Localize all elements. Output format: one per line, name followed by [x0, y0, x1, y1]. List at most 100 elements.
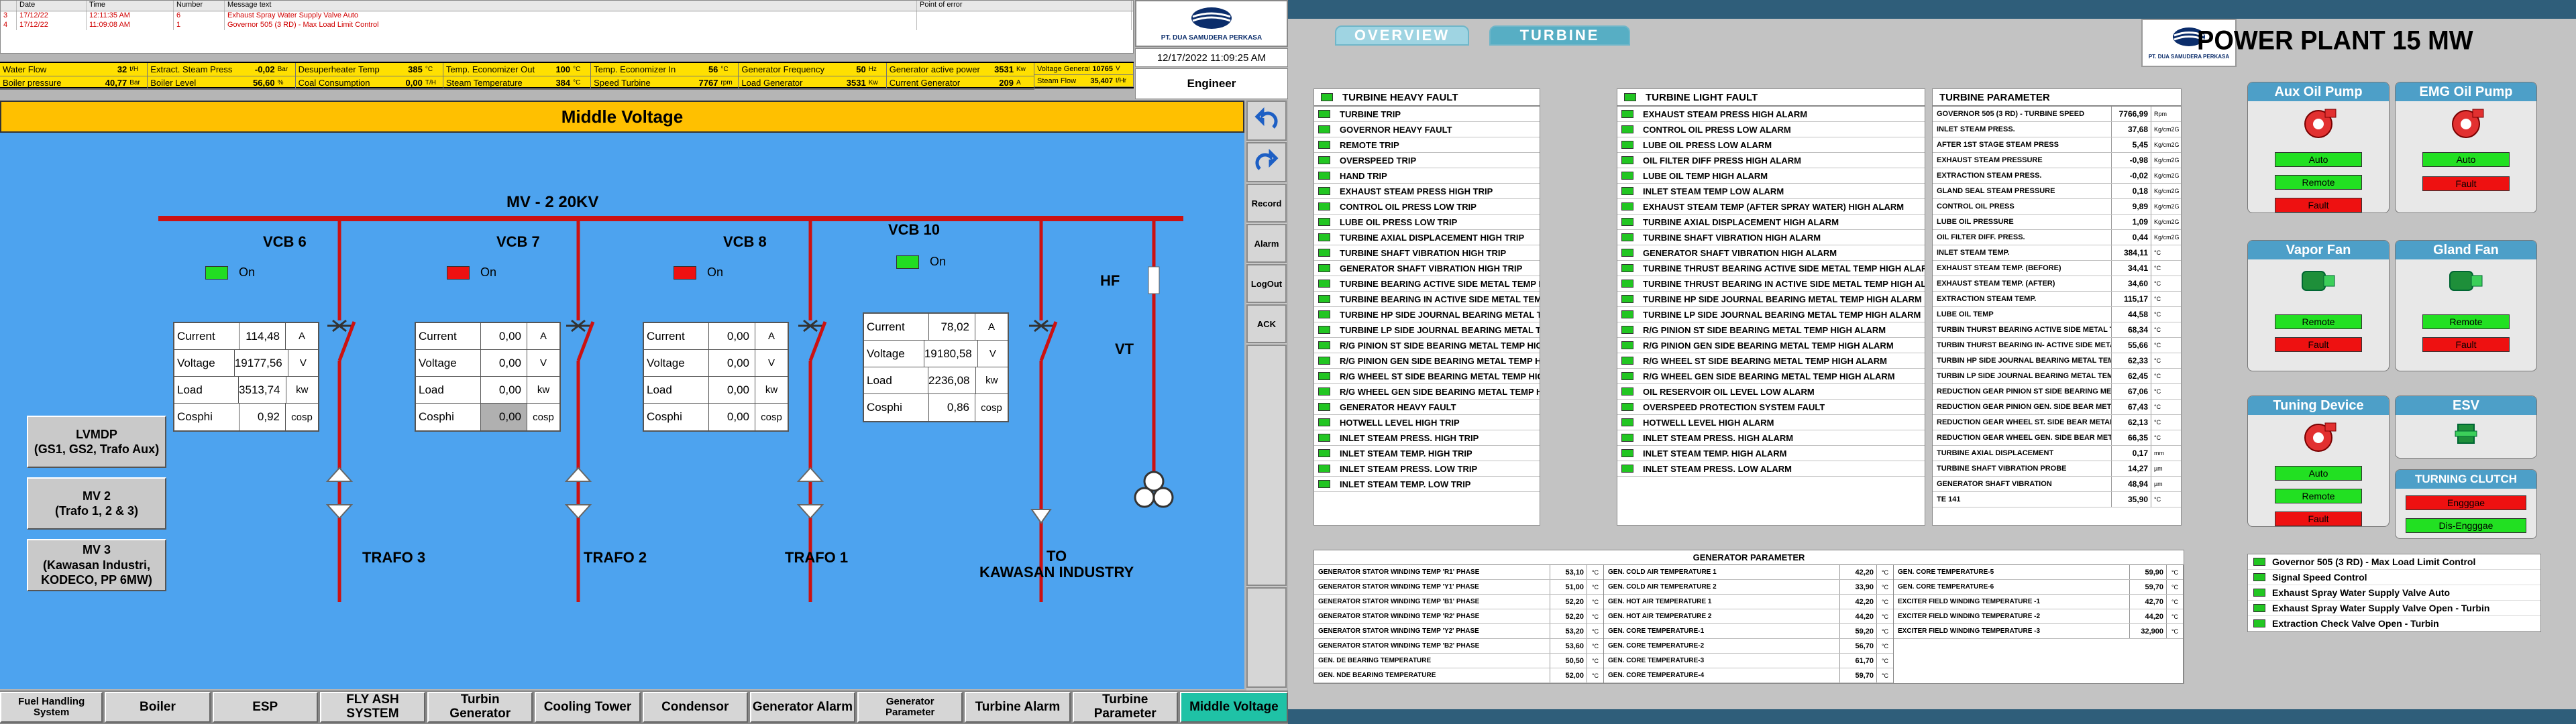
alarm-col-header[interactable]: Number: [174, 1, 225, 11]
gen-param-unit: °C: [1881, 568, 1889, 576]
fault-label: CONTROL OIL PRESS LOW TRIP: [1340, 201, 1477, 212]
equipment-remote-status[interactable]: Remote: [2275, 489, 2362, 503]
fault-label: INLET STEAM TEMP. LOW TRIP: [1340, 479, 1471, 489]
gen-param-unit: °C: [1591, 583, 1599, 591]
equipment-fault-status[interactable]: Fault: [2275, 511, 2362, 526]
nav-generator-alarm[interactable]: Generator Alarm: [749, 692, 856, 723]
sidebar-ack-button[interactable]: ACK: [1246, 304, 1287, 343]
gen-param-row: GEN. HOT AIR TEMPERATURE 2 44,20 °C: [1604, 609, 1893, 624]
user-role[interactable]: Engineer: [1135, 68, 1288, 99]
nav-esp[interactable]: ESP: [212, 692, 318, 723]
middle-voltage-screen: Date Time Number Message text Point of error…: [0, 0, 1288, 724]
alarm-row[interactable]: 3 17/12/22 12:11:35 AM 6 Exhaust Spray Water…: [1, 11, 1133, 21]
alarm-col-header[interactable]: Date: [17, 1, 87, 11]
nav-panel-2[interactable]: MV 2 (Trafo 1, 2 & 3): [27, 477, 166, 530]
meter-unit: kw: [537, 384, 550, 396]
equipment-fault-status[interactable]: Fault: [2275, 337, 2362, 352]
fault-label: OVERSPEED TRIP: [1340, 155, 1417, 166]
fault-item: R/G PINION ST SIDE BEARING METAL TEMP HI…: [1617, 322, 1925, 338]
equipment-remote-status[interactable]: Remote: [2275, 175, 2362, 190]
alarm-cell: [917, 21, 1132, 30]
equipment-auto-status[interactable]: Auto: [2275, 466, 2362, 481]
status-led: [1621, 403, 1633, 411]
tab-turbine[interactable]: TURBINE: [1489, 25, 1630, 46]
nav-panel-1[interactable]: LVMDP (GS1, GS2, Trafo Aux): [27, 416, 166, 468]
equipment-fault-status[interactable]: Fault: [2422, 337, 2510, 352]
equipment-fault-status[interactable]: Fault: [2275, 198, 2362, 213]
alarm-col-header[interactable]: Point of error: [917, 1, 1132, 11]
status-led: [1318, 202, 1330, 210]
param-row: LUBE OIL TEMP 44,58 °C: [1933, 307, 2181, 322]
gen-param-unit: °C: [1591, 613, 1599, 620]
alarm-cell: 3: [1, 11, 17, 21]
param-unit: Kg/cm2G: [2154, 203, 2180, 210]
meter-unit: kw: [985, 375, 998, 386]
meter-value: 0,00: [480, 377, 527, 403]
param-unit: µm: [2154, 481, 2163, 487]
status-led: [1621, 434, 1633, 442]
meter-label: Load: [419, 383, 444, 396]
vcb-state[interactable]: On: [205, 265, 255, 280]
fault-item: R/G PINION ST SIDE BEARING METAL TEMP HI…: [1314, 338, 1540, 353]
alarm-col-header[interactable]: Message text: [225, 1, 917, 11]
alarm-col-header[interactable]: [1, 1, 17, 11]
alarm-col-header[interactable]: Time: [87, 1, 174, 11]
equipment-aux-oil-pump: Aux Oil Pump Auto Remote Fault: [2247, 82, 2390, 213]
undo-button[interactable]: [1246, 101, 1287, 141]
fault-label: REMOTE TRIP: [1340, 139, 1399, 150]
clutch-disengage-button[interactable]: Dis-Engggae: [2406, 518, 2526, 533]
equipment-remote-status[interactable]: Remote: [2275, 314, 2362, 329]
param-row: REDUCTION GEAR PINION GEN. SIDE BEAR MET…: [1933, 400, 2181, 415]
light-fault-title: TURBINE LIGHT FAULT: [1617, 89, 1925, 107]
pump-icon: [2298, 265, 2339, 300]
alarm-table-header: Date Time Number Message text Point of error: [1, 1, 1133, 11]
nav-middle-voltage[interactable]: Middle Voltage: [1179, 692, 1288, 723]
gen-param-label: EXCITER FIELD WINDING TEMPERATURE -3: [1898, 627, 2041, 635]
nav-fly-ash-system[interactable]: FLY ASH SYSTEM: [319, 692, 426, 723]
vcb-state[interactable]: On: [674, 265, 723, 280]
nav-cooling-tower[interactable]: Cooling Tower: [535, 692, 641, 723]
fault-label: TURBINE SHAFT VIBRATION HIGH ALARM: [1643, 232, 1821, 243]
param-unit: °C: [2154, 404, 2161, 410]
sidebar-logout-button[interactable]: LogOut: [1246, 264, 1287, 303]
status-led: [1318, 372, 1330, 380]
kpi-label: Boiler Level: [150, 78, 197, 88]
kpi-label: Generator Frequency: [741, 64, 824, 74]
clutch-engage-button[interactable]: Engggae: [2406, 495, 2526, 510]
equipment-auto-status[interactable]: Auto: [2422, 152, 2510, 167]
nav-boiler[interactable]: Boiler: [105, 692, 211, 723]
status-led: [1621, 418, 1633, 426]
tab-overview[interactable]: OVERVIEW: [1335, 25, 1469, 46]
equipment-auto-status[interactable]: Auto: [2275, 152, 2362, 167]
sidebar-record-button[interactable]: Record: [1246, 184, 1287, 223]
nav-condensor[interactable]: Condensor: [642, 692, 748, 723]
vcb-state[interactable]: On: [896, 255, 946, 269]
fault-label: GOVERNOR HEAVY FAULT: [1340, 124, 1452, 135]
nav-generator-parameter[interactable]: Generator Parameter: [857, 692, 963, 723]
fault-label: GENERATOR SHAFT VIBRATION HIGH TRIP: [1340, 263, 1523, 274]
equipment-fault-status[interactable]: Fault: [2422, 176, 2510, 191]
param-row: TE 141 35,90 °C: [1933, 492, 2181, 507]
redo-button[interactable]: [1246, 142, 1287, 182]
param-row: GLAND SEAL STEAM PRESSURE 0,18 Kg/cm2G: [1933, 184, 2181, 199]
nav-fuel-handling-system[interactable]: Fuel Handling System: [0, 692, 103, 723]
alarm-row[interactable]: 4 17/12/22 11:09:08 AM 1 Governor 505 (3 RD)…: [1, 21, 1133, 30]
gen-param-label: EXCITER FIELD WINDING TEMPERATURE -2: [1898, 613, 2041, 620]
nav-panel-3[interactable]: MV 3 (Kawasan Industri, KODECO, PP 6MW): [27, 539, 166, 591]
status-led: [1621, 218, 1633, 226]
meter-row: Cosphi 0,92 cosp: [174, 404, 318, 430]
fault-label: TURBINE HP SIDE JOURNAL BEARING METAL TE…: [1340, 309, 1540, 320]
vcb-state[interactable]: On: [447, 265, 496, 280]
param-value: -0,02: [2111, 168, 2151, 183]
meter-label: Cosphi: [177, 410, 213, 423]
kpi-label: Current Generator: [889, 78, 961, 88]
kpi-label: Boiler pressure: [3, 78, 62, 88]
param-label: TURBIN THURST BEARING IN- ACTIVE SIDE ME…: [1937, 341, 2111, 349]
gen-param-value: 53,60: [1550, 639, 1587, 653]
nav-turbin-generator[interactable]: Turbin Generator: [427, 692, 533, 723]
nav-turbine-parameter[interactable]: Turbine Parameter: [1072, 692, 1178, 723]
param-unit: Kg/cm2G: [2154, 188, 2180, 194]
sidebar-alarm-button[interactable]: Alarm: [1246, 224, 1287, 263]
nav-turbine-alarm[interactable]: Turbine Alarm: [965, 692, 1071, 723]
equipment-remote-status[interactable]: Remote: [2422, 314, 2510, 329]
